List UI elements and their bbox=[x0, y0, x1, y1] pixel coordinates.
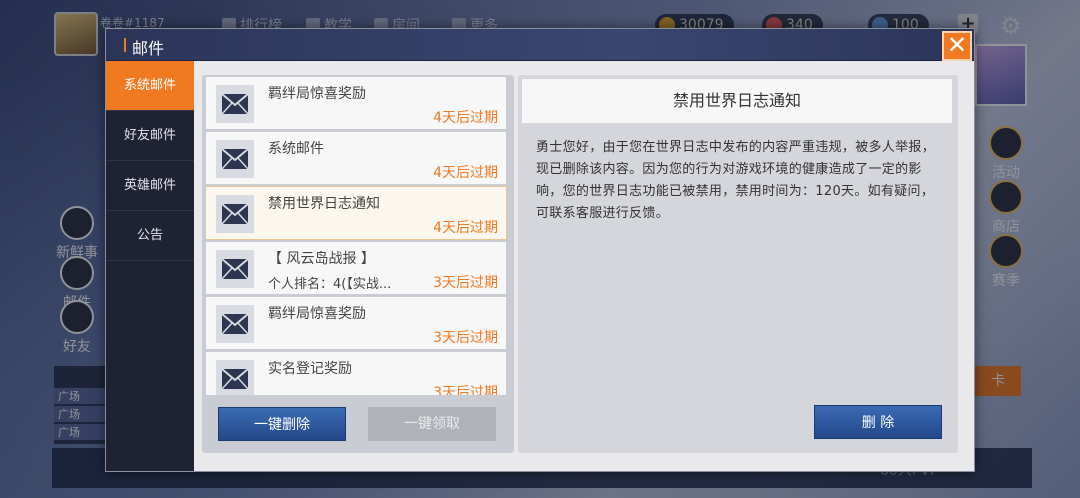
dialog-header: 邮件 ✕ bbox=[106, 29, 974, 61]
mail-item-selected[interactable]: 禁用世界日志通知 4天后过期 bbox=[206, 186, 507, 240]
mail-list-panel: 羁绊局惊喜奖励 4天后过期 系统邮件 4天后过期 禁用世界日志通知 4天后过期 … bbox=[202, 75, 514, 453]
mail-category-sidebar: 系统邮件 好友邮件 英雄邮件 公告 bbox=[106, 61, 194, 471]
delete-all-button[interactable]: 一键删除 bbox=[218, 407, 346, 441]
tab-system-mail[interactable]: 系统邮件 bbox=[106, 61, 194, 111]
envelope-icon bbox=[216, 360, 254, 395]
mail-subject: 【 风云岛战报 】 bbox=[268, 251, 375, 267]
mail-subject: 羁绊局惊喜奖励 bbox=[268, 86, 366, 102]
dialog-title: 邮件 bbox=[132, 39, 165, 58]
mail-item[interactable]: 实名登记奖励 3天后过期 bbox=[206, 352, 506, 395]
mail-item[interactable]: 【 风云岛战报 】 个人排名：4(【实战... 3天后过期 bbox=[206, 242, 506, 294]
mail-expiry: 3天后过期 bbox=[433, 385, 498, 395]
tab-friend-mail[interactable]: 好友邮件 bbox=[106, 111, 194, 161]
mail-subject: 羁绊局惊喜奖励 bbox=[268, 306, 366, 322]
mail-dialog: 邮件 ✕ 系统邮件 好友邮件 英雄邮件 公告 羁绊局惊喜奖励 4天后过期 系统邮… bbox=[105, 28, 975, 472]
detail-body: 勇士您好，由于您在世界日志中发布的内容严重违规，被多人举报，现已删除该内容。因为… bbox=[536, 140, 936, 221]
mail-preview: 个人排名：4(【实战... bbox=[268, 277, 392, 292]
envelope-icon bbox=[216, 140, 254, 178]
envelope-icon bbox=[216, 305, 254, 343]
mail-item[interactable]: 羁绊局惊喜奖励 3天后过期 bbox=[206, 297, 506, 349]
mail-detail-panel: 禁用世界日志通知 勇士您好，由于您在世界日志中发布的内容严重违规，被多人举报，现… bbox=[518, 75, 958, 453]
mail-subject: 禁用世界日志通知 bbox=[268, 196, 380, 212]
envelope-icon bbox=[216, 85, 254, 123]
mail-expiry: 3天后过期 bbox=[433, 275, 498, 291]
title-accent bbox=[124, 38, 126, 52]
close-button[interactable]: ✕ bbox=[942, 31, 972, 61]
tab-announcement[interactable]: 公告 bbox=[106, 211, 194, 261]
mail-list[interactable]: 羁绊局惊喜奖励 4天后过期 系统邮件 4天后过期 禁用世界日志通知 4天后过期 … bbox=[206, 77, 510, 395]
delete-button[interactable]: 删 除 bbox=[814, 405, 942, 439]
envelope-icon bbox=[216, 195, 254, 233]
mail-subject: 实名登记奖励 bbox=[268, 361, 352, 377]
mail-item[interactable]: 系统邮件 4天后过期 bbox=[206, 132, 506, 184]
mail-expiry: 4天后过期 bbox=[433, 110, 498, 126]
claim-all-button[interactable]: 一键领取 bbox=[368, 407, 496, 441]
mail-expiry: 3天后过期 bbox=[433, 330, 498, 346]
mail-subject: 系统邮件 bbox=[268, 141, 324, 157]
mail-item[interactable]: 羁绊局惊喜奖励 4天后过期 bbox=[206, 77, 506, 129]
detail-title: 禁用世界日志通知 bbox=[522, 79, 952, 123]
envelope-icon bbox=[216, 250, 254, 288]
mail-expiry: 4天后过期 bbox=[433, 220, 498, 236]
mail-expiry: 4天后过期 bbox=[433, 165, 498, 181]
tab-hero-mail[interactable]: 英雄邮件 bbox=[106, 161, 194, 211]
